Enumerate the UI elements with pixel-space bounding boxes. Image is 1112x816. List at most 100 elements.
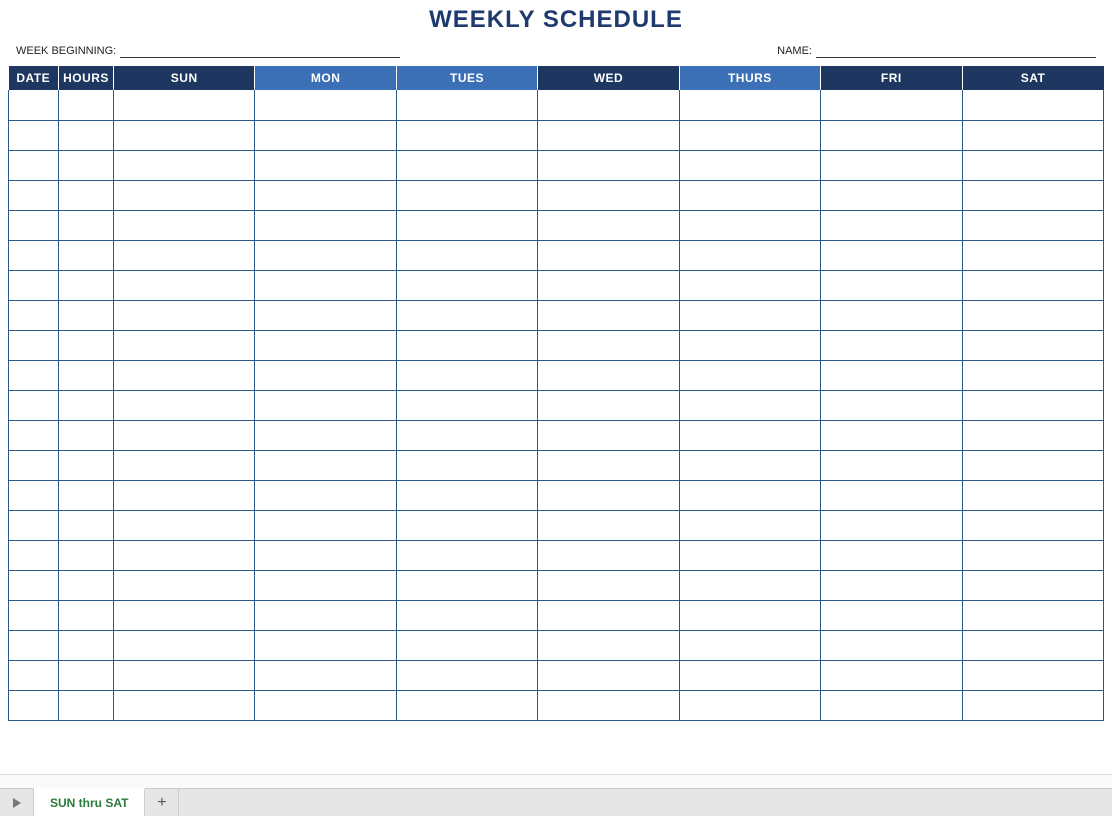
table-cell[interactable] bbox=[821, 630, 962, 660]
table-cell[interactable] bbox=[962, 600, 1103, 630]
table-cell[interactable] bbox=[679, 360, 820, 390]
table-cell[interactable] bbox=[679, 660, 820, 690]
table-cell[interactable] bbox=[538, 630, 679, 660]
table-cell[interactable] bbox=[114, 210, 255, 240]
table-cell[interactable] bbox=[114, 240, 255, 270]
table-cell[interactable] bbox=[679, 180, 820, 210]
table-cell[interactable] bbox=[396, 90, 537, 120]
table-cell[interactable] bbox=[114, 150, 255, 180]
table-cell[interactable] bbox=[821, 180, 962, 210]
table-cell[interactable] bbox=[59, 450, 114, 480]
table-cell[interactable] bbox=[679, 390, 820, 420]
table-cell[interactable] bbox=[396, 600, 537, 630]
table-cell[interactable] bbox=[9, 330, 59, 360]
table-cell[interactable] bbox=[821, 300, 962, 330]
table-cell[interactable] bbox=[396, 180, 537, 210]
table-cell[interactable] bbox=[9, 480, 59, 510]
table-cell[interactable] bbox=[679, 510, 820, 540]
table-cell[interactable] bbox=[962, 300, 1103, 330]
table-cell[interactable] bbox=[255, 390, 396, 420]
table-cell[interactable] bbox=[962, 630, 1103, 660]
table-cell[interactable] bbox=[59, 690, 114, 720]
table-cell[interactable] bbox=[59, 510, 114, 540]
table-cell[interactable] bbox=[255, 120, 396, 150]
table-cell[interactable] bbox=[538, 450, 679, 480]
table-cell[interactable] bbox=[255, 480, 396, 510]
table-cell[interactable] bbox=[59, 570, 114, 600]
table-cell[interactable] bbox=[962, 510, 1103, 540]
table-cell[interactable] bbox=[59, 630, 114, 660]
table-cell[interactable] bbox=[962, 150, 1103, 180]
table-cell[interactable] bbox=[9, 450, 59, 480]
table-cell[interactable] bbox=[114, 270, 255, 300]
table-cell[interactable] bbox=[538, 150, 679, 180]
table-cell[interactable] bbox=[538, 420, 679, 450]
table-cell[interactable] bbox=[538, 210, 679, 240]
table-cell[interactable] bbox=[255, 270, 396, 300]
table-cell[interactable] bbox=[821, 690, 962, 720]
table-cell[interactable] bbox=[59, 480, 114, 510]
table-cell[interactable] bbox=[962, 420, 1103, 450]
table-cell[interactable] bbox=[962, 240, 1103, 270]
table-cell[interactable] bbox=[538, 480, 679, 510]
table-cell[interactable] bbox=[114, 630, 255, 660]
sheet-tab-active[interactable]: SUN thru SAT bbox=[34, 788, 145, 816]
table-cell[interactable] bbox=[9, 270, 59, 300]
table-cell[interactable] bbox=[679, 600, 820, 630]
table-cell[interactable] bbox=[962, 540, 1103, 570]
add-sheet-button[interactable]: + bbox=[145, 789, 179, 816]
table-cell[interactable] bbox=[59, 600, 114, 630]
table-cell[interactable] bbox=[255, 240, 396, 270]
table-cell[interactable] bbox=[538, 300, 679, 330]
table-cell[interactable] bbox=[396, 330, 537, 360]
table-cell[interactable] bbox=[114, 300, 255, 330]
table-cell[interactable] bbox=[255, 180, 396, 210]
table-cell[interactable] bbox=[679, 120, 820, 150]
table-cell[interactable] bbox=[679, 330, 820, 360]
table-cell[interactable] bbox=[9, 690, 59, 720]
table-cell[interactable] bbox=[114, 600, 255, 630]
table-cell[interactable] bbox=[821, 360, 962, 390]
table-cell[interactable] bbox=[396, 120, 537, 150]
tab-nav-button[interactable] bbox=[0, 789, 34, 816]
table-cell[interactable] bbox=[59, 120, 114, 150]
table-cell[interactable] bbox=[9, 120, 59, 150]
table-cell[interactable] bbox=[9, 660, 59, 690]
table-cell[interactable] bbox=[59, 300, 114, 330]
table-cell[interactable] bbox=[962, 330, 1103, 360]
table-cell[interactable] bbox=[114, 390, 255, 420]
table-cell[interactable] bbox=[9, 600, 59, 630]
table-cell[interactable] bbox=[396, 300, 537, 330]
table-cell[interactable] bbox=[821, 90, 962, 120]
table-cell[interactable] bbox=[396, 210, 537, 240]
table-cell[interactable] bbox=[255, 570, 396, 600]
table-cell[interactable] bbox=[538, 240, 679, 270]
table-cell[interactable] bbox=[255, 630, 396, 660]
table-cell[interactable] bbox=[962, 570, 1103, 600]
table-cell[interactable] bbox=[59, 330, 114, 360]
table-cell[interactable] bbox=[679, 540, 820, 570]
table-cell[interactable] bbox=[396, 690, 537, 720]
table-cell[interactable] bbox=[962, 360, 1103, 390]
table-cell[interactable] bbox=[255, 420, 396, 450]
table-cell[interactable] bbox=[821, 210, 962, 240]
table-cell[interactable] bbox=[821, 330, 962, 360]
table-cell[interactable] bbox=[59, 390, 114, 420]
table-cell[interactable] bbox=[255, 600, 396, 630]
table-cell[interactable] bbox=[9, 240, 59, 270]
table-cell[interactable] bbox=[679, 450, 820, 480]
table-cell[interactable] bbox=[59, 660, 114, 690]
table-cell[interactable] bbox=[59, 420, 114, 450]
table-cell[interactable] bbox=[538, 180, 679, 210]
table-cell[interactable] bbox=[396, 360, 537, 390]
table-cell[interactable] bbox=[255, 540, 396, 570]
table-cell[interactable] bbox=[9, 540, 59, 570]
table-cell[interactable] bbox=[962, 390, 1103, 420]
table-cell[interactable] bbox=[821, 540, 962, 570]
table-cell[interactable] bbox=[9, 390, 59, 420]
table-cell[interactable] bbox=[9, 510, 59, 540]
table-cell[interactable] bbox=[396, 450, 537, 480]
table-cell[interactable] bbox=[396, 540, 537, 570]
table-cell[interactable] bbox=[114, 450, 255, 480]
table-cell[interactable] bbox=[679, 570, 820, 600]
